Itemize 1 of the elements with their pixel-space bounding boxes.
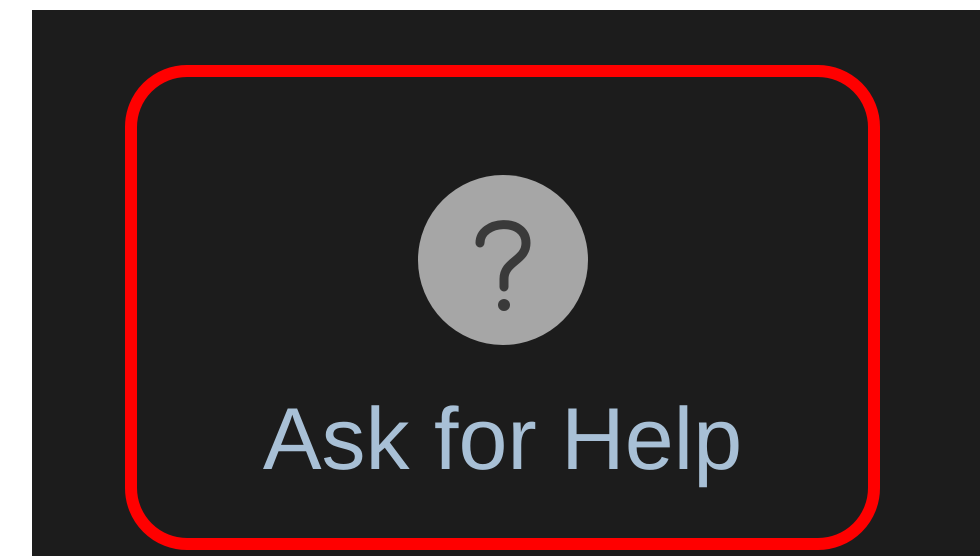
help-icon <box>418 175 588 345</box>
